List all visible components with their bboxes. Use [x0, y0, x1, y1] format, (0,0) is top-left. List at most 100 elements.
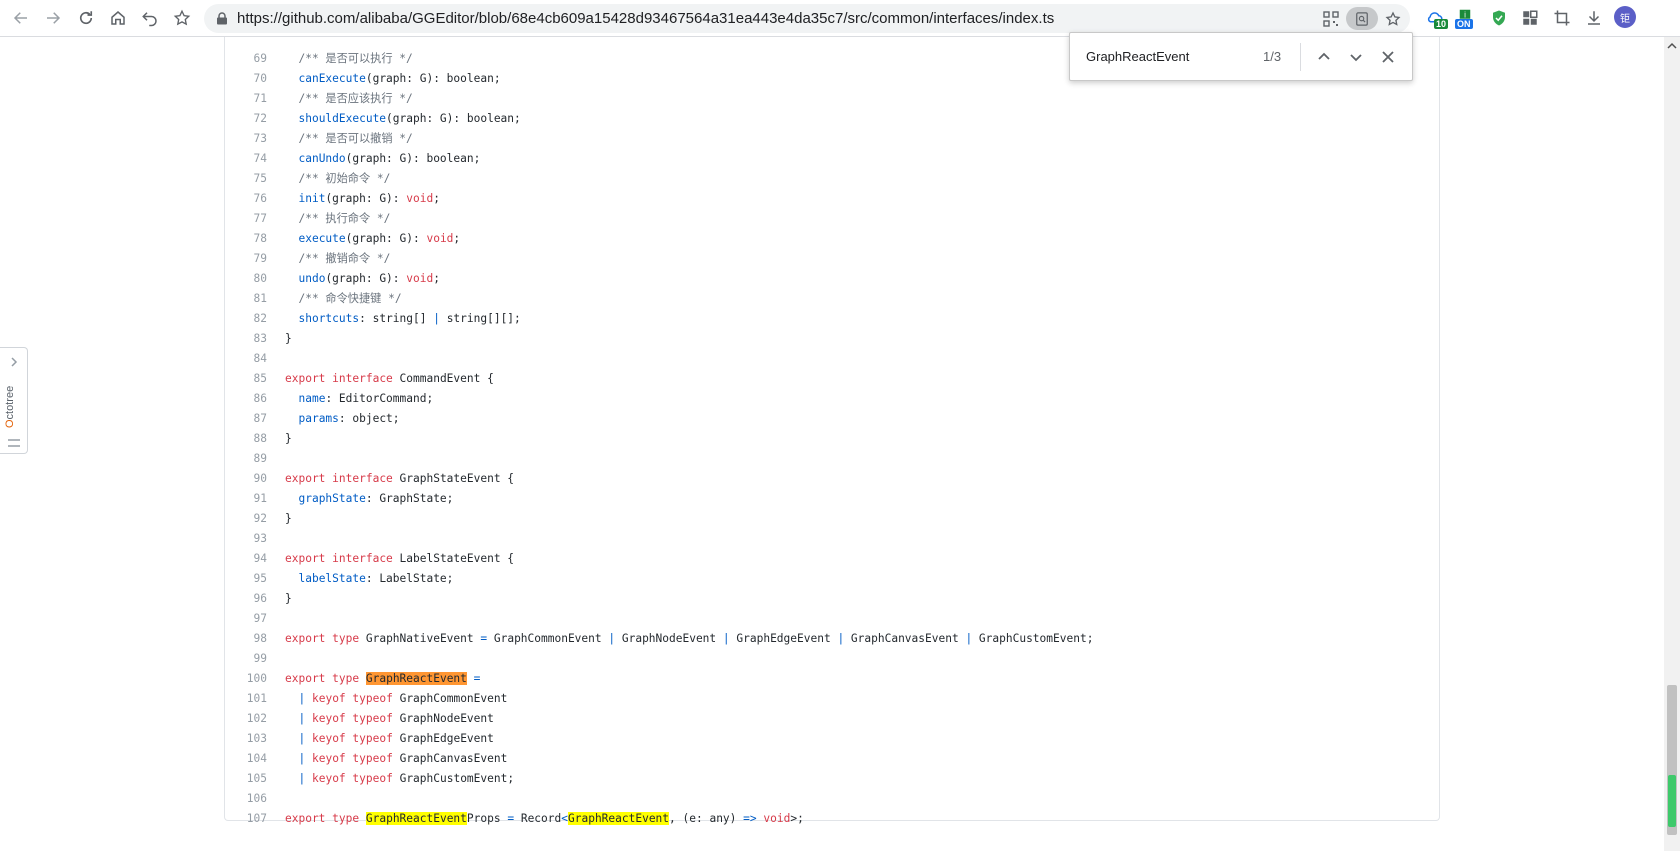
line-number[interactable]: 88 [225, 429, 267, 449]
line-number[interactable]: 79 [225, 249, 267, 269]
line-number[interactable]: 80 [225, 269, 267, 289]
line-number[interactable]: 81 [225, 289, 267, 309]
line-number[interactable]: 93 [225, 529, 267, 549]
shield-check-icon [1493, 10, 1505, 26]
line-number[interactable]: 95 [225, 569, 267, 589]
line-number[interactable]: 69 [225, 49, 267, 69]
line-source: | keyof typeof GraphCustomEvent; [285, 769, 514, 789]
weather-extension-button[interactable]: 10 [1424, 7, 1449, 29]
line-number[interactable]: 73 [225, 129, 267, 149]
code-token: ; [433, 272, 440, 285]
toggle-badge: ON [1455, 19, 1473, 29]
bookmark-star-button[interactable] [1384, 10, 1402, 28]
line-number[interactable]: 85 [225, 369, 267, 389]
download-button[interactable] [1583, 7, 1605, 29]
line-number[interactable]: 94 [225, 549, 267, 569]
profile-avatar[interactable]: 钜 [1614, 6, 1636, 28]
find-divider [1300, 43, 1301, 71]
code-token: (graph: G): boolean; [345, 152, 481, 165]
find-close-button[interactable] [1377, 46, 1399, 68]
line-number[interactable]: 99 [225, 649, 267, 669]
toggle-extension-button[interactable]: i ON [1454, 7, 1476, 29]
forward-button[interactable] [41, 6, 65, 30]
address-bar[interactable]: https://github.com/alibaba/GGEditor/blob… [204, 4, 1410, 33]
line-number[interactable]: 75 [225, 169, 267, 189]
line-number[interactable]: 78 [225, 229, 267, 249]
find-in-page-indicator[interactable] [1346, 7, 1378, 30]
line-source: graphState: GraphState; [285, 489, 453, 509]
code-token: } [285, 332, 292, 345]
bookmark-button[interactable] [170, 6, 194, 30]
code-line: 74 canUndo(graph: G): boolean; [225, 149, 1439, 169]
line-number[interactable]: 98 [225, 629, 267, 649]
line-number[interactable]: 71 [225, 89, 267, 109]
code-token: } [285, 432, 292, 445]
line-source: execute(graph: G): void; [285, 229, 460, 249]
code-token: : EditorCommand; [325, 392, 434, 405]
line-number[interactable]: 86 [225, 389, 267, 409]
code-token: canUndo [298, 152, 346, 165]
line-number[interactable]: 82 [225, 309, 267, 329]
line-number[interactable]: 106 [225, 789, 267, 809]
code-token: GraphCanvasEvent [392, 752, 508, 765]
line-number[interactable]: 101 [225, 689, 267, 709]
find-next-button[interactable] [1345, 46, 1367, 68]
line-number[interactable]: 90 [225, 469, 267, 489]
code-line: 98 export type GraphNativeEvent = GraphCo… [225, 629, 1439, 649]
code-token: shortcuts [298, 312, 360, 325]
code-line: 89 [225, 449, 1439, 469]
line-number[interactable]: 100 [225, 669, 267, 689]
line-number[interactable]: 105 [225, 769, 267, 789]
line-number[interactable]: 84 [225, 349, 267, 369]
line-number[interactable]: 74 [225, 149, 267, 169]
code-token: , (e: any) [669, 812, 744, 825]
line-number[interactable]: 103 [225, 729, 267, 749]
crop-extension-button[interactable] [1551, 7, 1573, 29]
qr-code-button[interactable] [1322, 10, 1340, 28]
code-line: 100 export type GraphReactEvent = [225, 669, 1439, 689]
line-number[interactable]: 70 [225, 69, 267, 89]
reload-button[interactable] [74, 6, 98, 30]
back-button[interactable] [9, 6, 33, 30]
line-number[interactable]: 87 [225, 409, 267, 429]
page-scrollbar[interactable] [1664, 37, 1680, 851]
line-number[interactable]: 102 [225, 709, 267, 729]
line-number[interactable]: 91 [225, 489, 267, 509]
shield-extension-button[interactable] [1488, 7, 1510, 29]
code-line: 103 | keyof typeof GraphEdgeEvent [225, 729, 1439, 749]
line-source: export interface LabelStateEvent { [285, 549, 514, 569]
star-icon [1385, 11, 1401, 26]
scroll-up-icon[interactable] [1667, 41, 1677, 51]
line-number[interactable]: 96 [225, 589, 267, 609]
line-number[interactable]: 77 [225, 209, 267, 229]
code-token: (graph: G): [325, 272, 407, 285]
octotree-toggle[interactable]: Octotree [0, 347, 28, 454]
line-source: /** 初始命令 */ [285, 169, 390, 189]
grid-extension-button[interactable] [1519, 7, 1541, 29]
line-number[interactable]: 76 [225, 189, 267, 209]
line-number[interactable]: 107 [225, 809, 267, 829]
line-number[interactable]: 89 [225, 449, 267, 469]
find-input[interactable]: GraphReactEvent [1086, 49, 1189, 64]
star-icon [173, 9, 191, 26]
search-match: GraphReactEvent [568, 812, 670, 825]
line-number[interactable]: 97 [225, 609, 267, 629]
code-line: 87 params: object; [225, 409, 1439, 429]
line-number[interactable]: 83 [225, 329, 267, 349]
lock-icon [217, 12, 227, 25]
line-number[interactable]: 72 [225, 109, 267, 129]
line-number[interactable]: 92 [225, 509, 267, 529]
code-token: GraphEdgeEvent [729, 632, 838, 645]
code-line: 77 /** 执行命令 */ [225, 209, 1439, 229]
undo-close-tab-button[interactable] [138, 6, 162, 30]
find-previous-button[interactable] [1313, 46, 1335, 68]
home-button[interactable] [106, 6, 130, 30]
line-number[interactable]: 104 [225, 749, 267, 769]
